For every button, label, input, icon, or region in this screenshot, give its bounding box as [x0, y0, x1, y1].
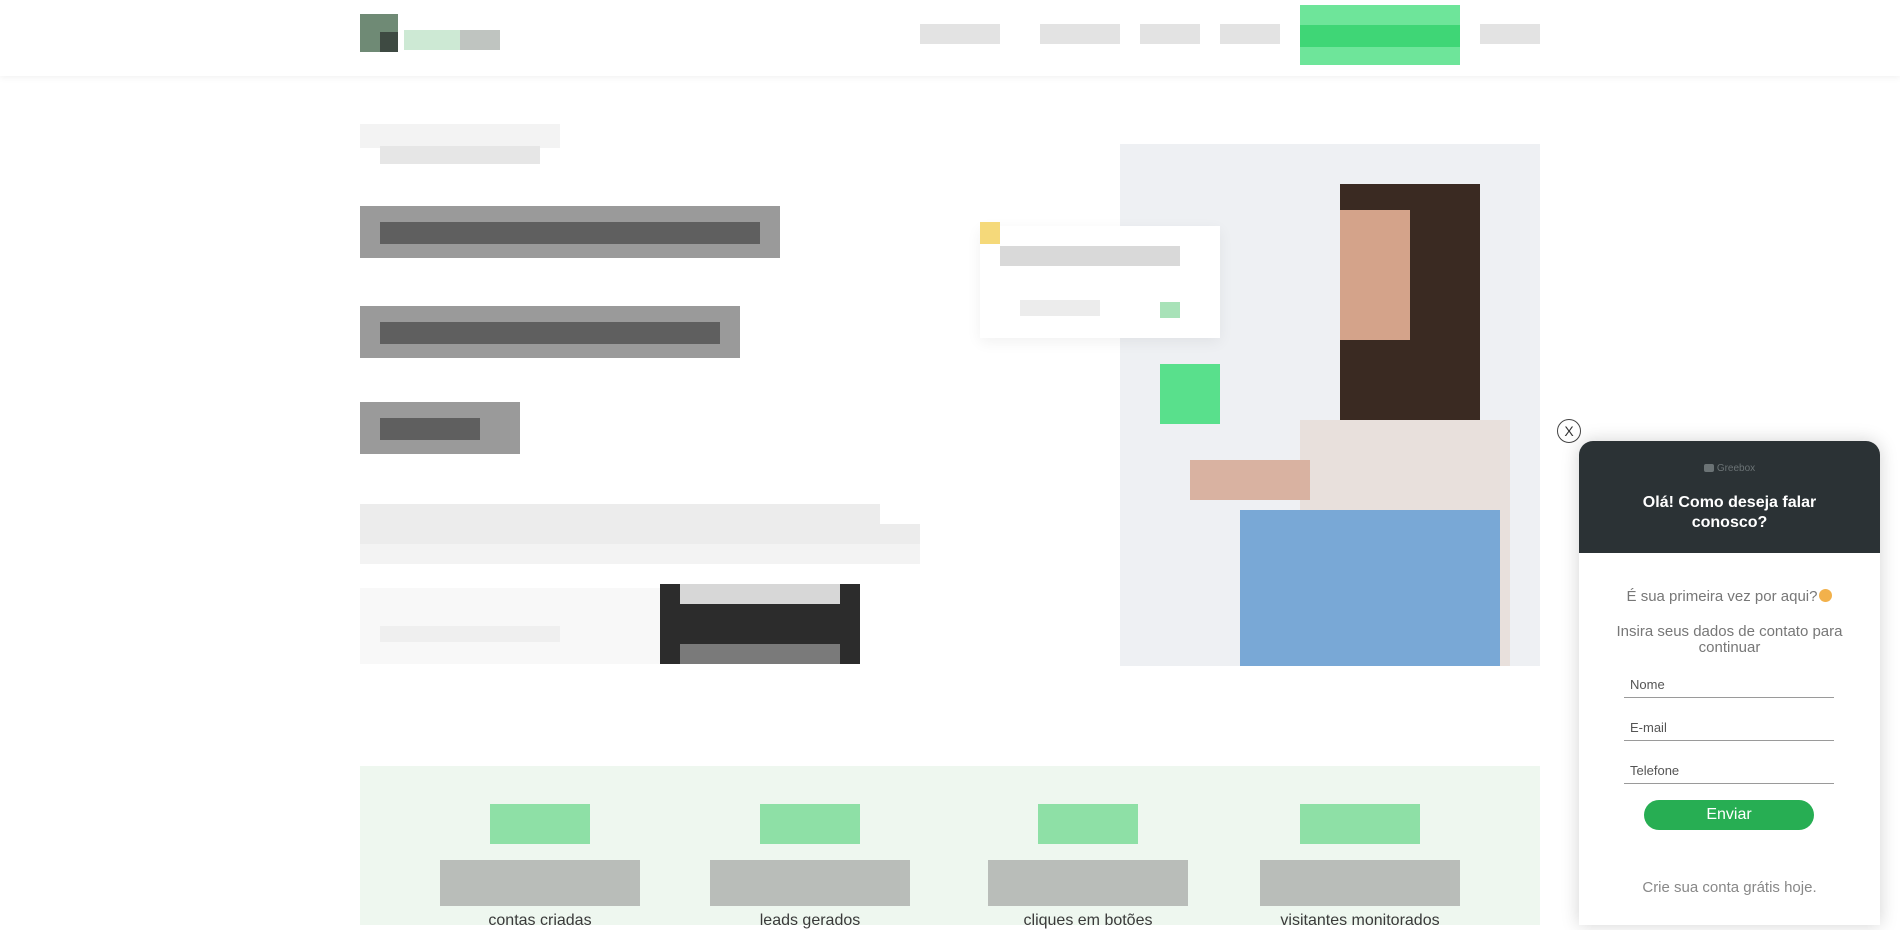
hero-paragraph-line — [360, 504, 880, 524]
nav-cta-button[interactable] — [1300, 5, 1460, 65]
stat-label: contas criadas — [488, 912, 592, 929]
floating-notification-card — [980, 226, 1220, 338]
hero-cta-button[interactable] — [660, 584, 860, 664]
stat-item: visitantes monitorados — [1260, 804, 1460, 929]
hero-heading-line — [360, 392, 520, 454]
hero-paragraph-line — [360, 524, 920, 544]
stat-number — [440, 860, 640, 906]
stat-icon — [1038, 804, 1138, 844]
photo-person-arm — [1190, 460, 1310, 500]
chat-footer-link[interactable]: Crie sua conta grátis hoje. — [1579, 879, 1880, 896]
hero-email-input[interactable] — [360, 588, 660, 664]
stat-item: cliques em botões — [988, 804, 1188, 929]
stat-label: visitantes monitorados — [1280, 912, 1440, 929]
notification-icon — [980, 222, 1000, 244]
stat-label: cliques em botões — [1023, 912, 1153, 929]
chat-email-field[interactable] — [1624, 715, 1834, 741]
chat-widget: Greebox Olá! Como deseja falar conosco? … — [1579, 441, 1880, 925]
stat-number — [710, 860, 910, 906]
hero-eyebrow-text — [380, 146, 540, 164]
nav-login-link[interactable] — [1480, 24, 1540, 44]
photo-person-jeans — [1240, 510, 1500, 666]
stat-icon — [1300, 804, 1420, 844]
stat-label: leads gerados — [759, 912, 861, 929]
floating-green-badge — [1160, 364, 1220, 424]
chat-brand-name: Greebox — [1716, 463, 1756, 474]
stat-item: leads gerados — [710, 804, 910, 929]
stat-icon — [490, 804, 590, 844]
nav-link[interactable] — [1140, 24, 1200, 44]
chat-bubble-icon — [1703, 464, 1714, 473]
stats-strip: contas criadas leads gerados cliques em … — [360, 766, 1540, 929]
chat-submit-button[interactable]: Enviar — [1644, 800, 1814, 830]
chat-phone-field[interactable] — [1624, 758, 1834, 784]
chat-brand: Greebox — [1579, 463, 1880, 474]
nav-link[interactable] — [1220, 24, 1280, 44]
chat-first-time-question: É sua primeira vez por aqui? — [1579, 588, 1880, 605]
hero-paragraph-line — [360, 544, 920, 564]
nav-link[interactable] — [1040, 24, 1120, 44]
chat-header: Greebox Olá! Como deseja falar conosco? — [1579, 441, 1880, 553]
hero-heading-line — [360, 196, 780, 258]
chat-name-field[interactable] — [1624, 672, 1834, 698]
chat-instruction: Insira seus dados de contato para contin… — [1616, 623, 1843, 656]
site-logo[interactable] — [360, 6, 520, 62]
chat-first-time-text: É sua primeira vez por aqui? — [1626, 588, 1818, 605]
chat-close-icon[interactable]: X — [1557, 419, 1581, 443]
nav-link[interactable] — [920, 24, 1000, 44]
upside-down-face-icon — [1819, 589, 1833, 602]
hero-eyebrow — [360, 124, 560, 148]
stat-item: contas criadas — [440, 804, 640, 929]
stat-number — [988, 860, 1188, 906]
stat-number — [1260, 860, 1460, 906]
photo-person-face — [1340, 210, 1410, 340]
hero-heading-line — [360, 296, 740, 358]
chat-title: Olá! Como deseja falar conosco? — [1642, 494, 1817, 531]
stat-icon — [760, 804, 860, 844]
site-header — [0, 0, 1900, 76]
